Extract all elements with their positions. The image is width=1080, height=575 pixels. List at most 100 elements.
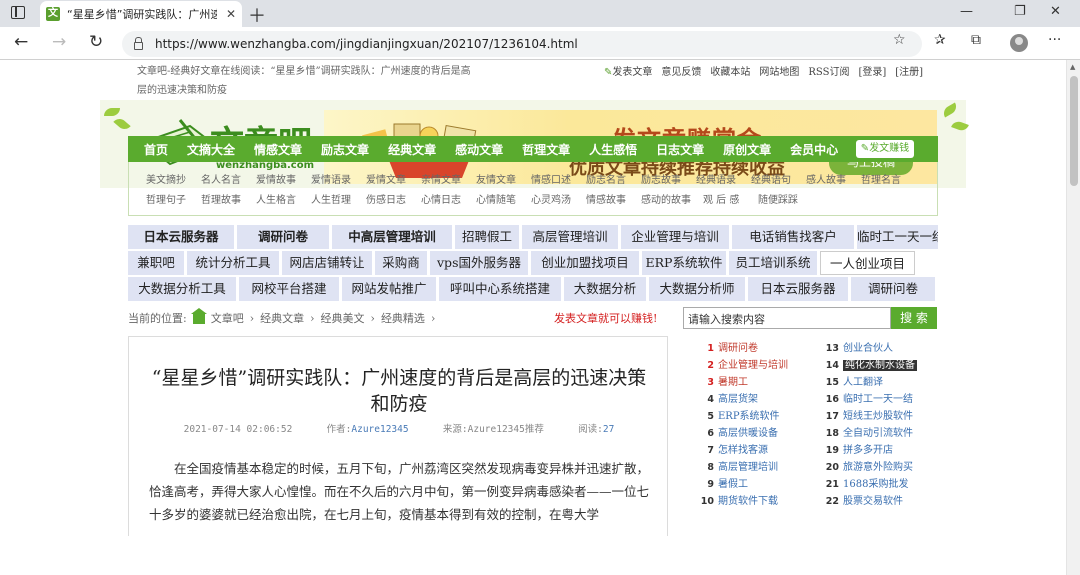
ranking-item[interactable]: 7 怎样找客源: [700, 441, 825, 456]
top-link-register[interactable]: [注册]: [895, 63, 923, 78]
sub-nav-item[interactable]: 伤感日志: [366, 191, 421, 206]
sub-nav-item[interactable]: 爱情故事: [256, 171, 311, 186]
grid-link[interactable]: 兼职吧: [128, 251, 184, 275]
nav-classic[interactable]: 经典文章: [388, 141, 436, 158]
breadcrumb-item[interactable]: 经典美文: [321, 310, 365, 326]
top-link-sitemap[interactable]: 网站地图: [759, 63, 799, 78]
grid-link[interactable]: 员工培训系统: [729, 251, 817, 275]
breadcrumb-item[interactable]: 经典文章: [260, 310, 304, 326]
ranking-item[interactable]: [700, 511, 825, 522]
grid-link[interactable]: 一人创业项目: [820, 251, 915, 275]
top-link-login[interactable]: [登录]: [858, 63, 886, 78]
url-field[interactable]: https://www.wenzhangba.com/jingdianjingx…: [122, 31, 922, 57]
minimize-icon[interactable]: —: [960, 4, 973, 19]
sub-nav-item[interactable]: 随便踩踩: [758, 191, 813, 206]
ranking-item[interactable]: 3 暑期工: [700, 373, 825, 388]
tab-actions-icon[interactable]: [11, 6, 25, 19]
nav-inspiration[interactable]: 励志文章: [321, 141, 369, 158]
grid-link[interactable]: 采购商: [375, 251, 427, 275]
search-input[interactable]: 请输入搜索内容: [683, 307, 891, 329]
ranking-item[interactable]: 2 企业管理与培训: [700, 356, 825, 371]
top-link-bookmark[interactable]: 收藏本站: [710, 63, 750, 78]
breadcrumb-home[interactable]: 文章吧: [211, 310, 244, 326]
sub-nav-item[interactable]: 亲情文章: [421, 171, 476, 186]
ranking-item[interactable]: 19 拼多多开店: [825, 441, 950, 456]
sub-nav-item[interactable]: 人生格言: [256, 191, 311, 206]
tab-close-icon[interactable]: ✕: [226, 7, 236, 21]
sub-nav-item[interactable]: 哲理故事: [201, 191, 256, 206]
nav-original[interactable]: 原创文章: [723, 141, 771, 158]
ranking-item[interactable]: 15 人工翻译: [825, 373, 950, 388]
breadcrumb-item[interactable]: 经典精选: [381, 310, 425, 326]
sub-nav-item[interactable]: 观 后 感: [703, 191, 758, 206]
sub-nav-item[interactable]: 经典语录: [696, 171, 751, 186]
sub-nav-item[interactable]: 哲理句子: [146, 191, 201, 206]
ranking-item[interactable]: 10 期货软件下载: [700, 492, 825, 507]
sub-nav-item[interactable]: 友情文章: [476, 171, 531, 186]
favorites-icon[interactable]: ✰: [934, 32, 946, 48]
restore-icon[interactable]: ❐: [1014, 4, 1026, 19]
forward-icon[interactable]: →: [52, 32, 66, 52]
scroll-up-icon[interactable]: ▲: [1070, 63, 1075, 71]
grid-link[interactable]: vps国外服务器: [430, 251, 528, 275]
window-close-icon[interactable]: ✕: [1050, 4, 1061, 19]
grid-link[interactable]: 网站发帖推广: [342, 277, 436, 301]
ranking-item[interactable]: 22 股票交易软件: [825, 492, 950, 507]
sub-nav-item[interactable]: 情感口述: [531, 171, 586, 186]
grid-link[interactable]: 调研问卷: [237, 225, 329, 249]
sub-nav-item[interactable]: 心情日志: [421, 191, 476, 206]
sub-nav-item[interactable]: 励志名言: [586, 171, 641, 186]
nav-member[interactable]: 会员中心: [790, 141, 838, 158]
scroll-thumb[interactable]: [1070, 76, 1078, 186]
grid-link[interactable]: 企业管理与培训: [621, 225, 729, 249]
collections-icon[interactable]: ⧉: [971, 32, 981, 48]
back-icon[interactable]: ←: [14, 32, 28, 52]
sub-nav-item[interactable]: 人生哲理: [311, 191, 366, 206]
browser-tab[interactable]: 文 “星星乡惜”调研实践队：广州速度 ✕: [40, 1, 242, 27]
ranking-item[interactable]: 13 创业合伙人: [825, 339, 950, 354]
earn-money-button[interactable]: ✎发文赚钱: [856, 140, 914, 158]
profile-avatar[interactable]: [1010, 34, 1028, 52]
grid-link[interactable]: 中高层管理培训: [332, 225, 452, 249]
article-author[interactable]: Azure12345: [351, 424, 408, 435]
ranking-item[interactable]: 17 短线王炒股软件: [825, 407, 950, 422]
sub-nav-item[interactable]: 美文摘抄: [146, 171, 201, 186]
nav-home[interactable]: 首页: [144, 141, 168, 158]
ranking-item[interactable]: 1 调研问卷: [700, 339, 825, 354]
sub-nav-item[interactable]: 爱情文章: [366, 171, 421, 186]
grid-link[interactable]: 电话销售找客户: [732, 225, 854, 249]
nav-diary[interactable]: 日志文章: [656, 141, 704, 158]
sub-nav-item[interactable]: 心灵鸡汤: [531, 191, 586, 206]
ranking-item[interactable]: 20 旅游意外险购买: [825, 458, 950, 473]
grid-link[interactable]: 大数据分析师: [649, 277, 745, 301]
grid-link[interactable]: ERP系统软件: [642, 251, 726, 275]
refresh-icon[interactable]: ↻: [89, 32, 103, 52]
ranking-item[interactable]: 16 临时工一天一结: [825, 390, 950, 405]
ranking-item[interactable]: 14 纯化水制水设备: [825, 356, 950, 371]
top-link-rss[interactable]: RSS订阅: [808, 63, 849, 78]
ranking-item[interactable]: 21 1688采购批发: [825, 475, 950, 490]
sub-nav-item[interactable]: 励志故事: [641, 171, 696, 186]
grid-link[interactable]: 日本云服务器: [128, 225, 234, 249]
ranking-item[interactable]: [825, 511, 950, 522]
search-button[interactable]: 搜 索: [891, 307, 937, 329]
grid-link[interactable]: 网店店铺转让: [282, 251, 372, 275]
page-scrollbar[interactable]: ▲: [1066, 60, 1080, 575]
ranking-item[interactable]: 4 高层货架: [700, 390, 825, 405]
ranking-item[interactable]: 18 全自动引流软件: [825, 424, 950, 439]
nav-emotion[interactable]: 情感文章: [254, 141, 302, 158]
grid-link[interactable]: 招聘假工: [455, 225, 519, 249]
nav-digest[interactable]: 文摘大全: [187, 141, 235, 158]
ranking-item[interactable]: 8 高层管理培训: [700, 458, 825, 473]
new-tab-icon[interactable]: ＋: [248, 2, 266, 28]
grid-link[interactable]: 网校平台搭建: [239, 277, 339, 301]
sub-nav-item[interactable]: 心情随笔: [476, 191, 531, 206]
sub-nav-item[interactable]: 名人名言: [201, 171, 256, 186]
grid-link[interactable]: 调研问卷: [851, 277, 935, 301]
sub-nav-item[interactable]: 情感故事: [586, 191, 641, 206]
lock-icon[interactable]: [134, 37, 143, 50]
nav-philosophy[interactable]: 哲理文章: [522, 141, 570, 158]
more-icon[interactable]: ···: [1048, 32, 1061, 48]
ranking-item[interactable]: 6 高层供暖设备: [700, 424, 825, 439]
sub-nav-item[interactable]: 爱情语录: [311, 171, 366, 186]
